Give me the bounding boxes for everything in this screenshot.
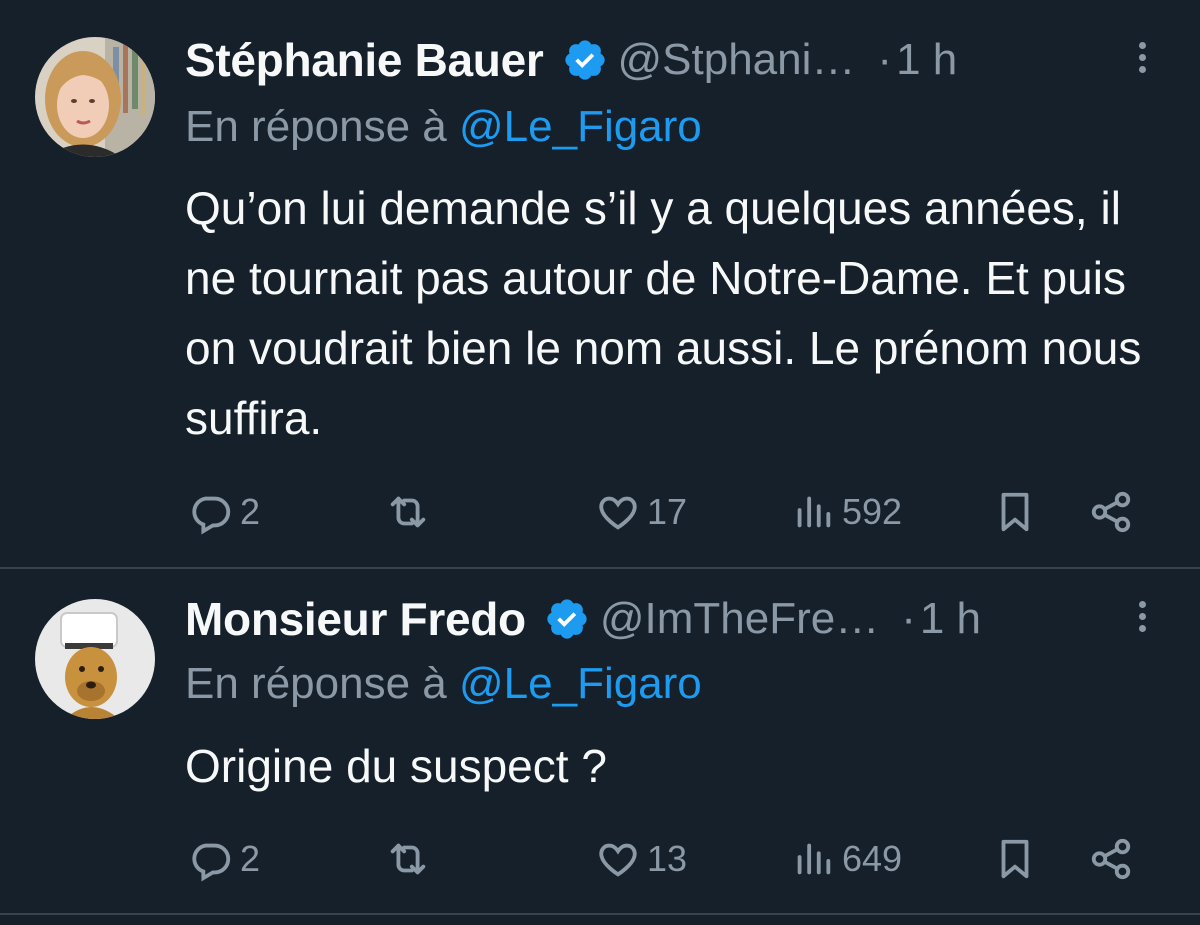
author-handle[interactable]: @Stphani… bbox=[618, 35, 856, 85]
like-count: 13 bbox=[647, 838, 688, 879]
reply-mention-link[interactable]: @Le_Figaro bbox=[459, 659, 702, 708]
bookmark-icon bbox=[1001, 492, 1029, 532]
bookmark-icon bbox=[1001, 839, 1029, 879]
views-bar-chart-icon bbox=[797, 496, 831, 528]
action-bar: 2 13 649 bbox=[0, 829, 1200, 889]
share-button[interactable] bbox=[1088, 482, 1134, 542]
separator-dot: · bbox=[877, 35, 893, 84]
tweet-header: Stéphanie Bauer @Stphani… · 1 h bbox=[185, 30, 1160, 90]
reply-context: En réponse à @Le_Figaro bbox=[185, 102, 702, 152]
tweet-header: Monsieur Fredo @ImTheFre… · 1 h bbox=[185, 589, 1160, 649]
views-button[interactable]: 649 bbox=[790, 829, 902, 889]
action-bar: 2 17 592 bbox=[0, 482, 1200, 542]
view-count: 649 bbox=[842, 838, 903, 879]
reply-feed: Stéphanie Bauer @Stphani… · 1 h En répon… bbox=[0, 0, 1200, 925]
author-name[interactable]: Monsieur Fredo bbox=[185, 592, 526, 646]
view-count: 592 bbox=[842, 491, 903, 532]
share-icon bbox=[1091, 491, 1131, 533]
bookmark-button[interactable] bbox=[992, 482, 1038, 542]
tweet-text: Origine du suspect ? bbox=[185, 740, 607, 792]
author-name[interactable]: Stéphanie Bauer bbox=[185, 33, 544, 87]
verified-badge-icon bbox=[547, 599, 587, 639]
reply-prefix: En réponse à bbox=[185, 102, 447, 151]
like-button[interactable]: 17 bbox=[595, 482, 687, 542]
views-bar-chart-icon bbox=[797, 843, 831, 875]
more-vertical-icon[interactable] bbox=[1132, 42, 1152, 78]
heart-icon bbox=[599, 496, 637, 530]
avatar[interactable] bbox=[35, 37, 155, 157]
tweet[interactable]: Monsieur Fredo @ImTheFre… · 1 h En répon… bbox=[0, 569, 1200, 914]
bookmark-button[interactable] bbox=[992, 829, 1038, 889]
reply-mention-link[interactable]: @Le_Figaro bbox=[459, 102, 702, 151]
more-vertical-icon[interactable] bbox=[1132, 601, 1152, 637]
retweet-icon bbox=[390, 843, 426, 875]
tweet[interactable]: Stéphanie Bauer @Stphani… · 1 h En répon… bbox=[0, 0, 1200, 568]
reply-context: En réponse à @Le_Figaro bbox=[185, 659, 702, 709]
share-button[interactable] bbox=[1088, 829, 1134, 889]
tweet-text: Qu’on lui demande s’il y a quelques anné… bbox=[185, 182, 1142, 444]
separator-dot: · bbox=[901, 594, 916, 643]
verified-badge-icon bbox=[564, 40, 605, 80]
share-icon bbox=[1091, 838, 1131, 880]
heart-icon bbox=[599, 843, 637, 877]
like-count: 17 bbox=[647, 491, 688, 532]
retweet-icon bbox=[390, 496, 426, 528]
like-button[interactable]: 13 bbox=[595, 829, 687, 889]
reply-count: 2 bbox=[240, 491, 261, 532]
divider bbox=[0, 913, 1200, 915]
comment-icon bbox=[192, 843, 231, 882]
timestamp[interactable]: 1 h bbox=[896, 35, 957, 85]
timestamp[interactable]: 1 h bbox=[920, 594, 981, 644]
reply-prefix: En réponse à bbox=[185, 659, 447, 708]
views-button[interactable]: 592 bbox=[790, 482, 902, 542]
reply-button[interactable]: 2 bbox=[188, 482, 260, 542]
avatar[interactable] bbox=[35, 599, 155, 719]
retweet-button[interactable] bbox=[385, 829, 431, 889]
reply-count: 2 bbox=[240, 838, 261, 879]
author-handle[interactable]: @ImTheFre… bbox=[600, 594, 879, 644]
comment-icon bbox=[192, 496, 231, 535]
reply-button[interactable]: 2 bbox=[188, 829, 260, 889]
retweet-button[interactable] bbox=[385, 482, 431, 542]
